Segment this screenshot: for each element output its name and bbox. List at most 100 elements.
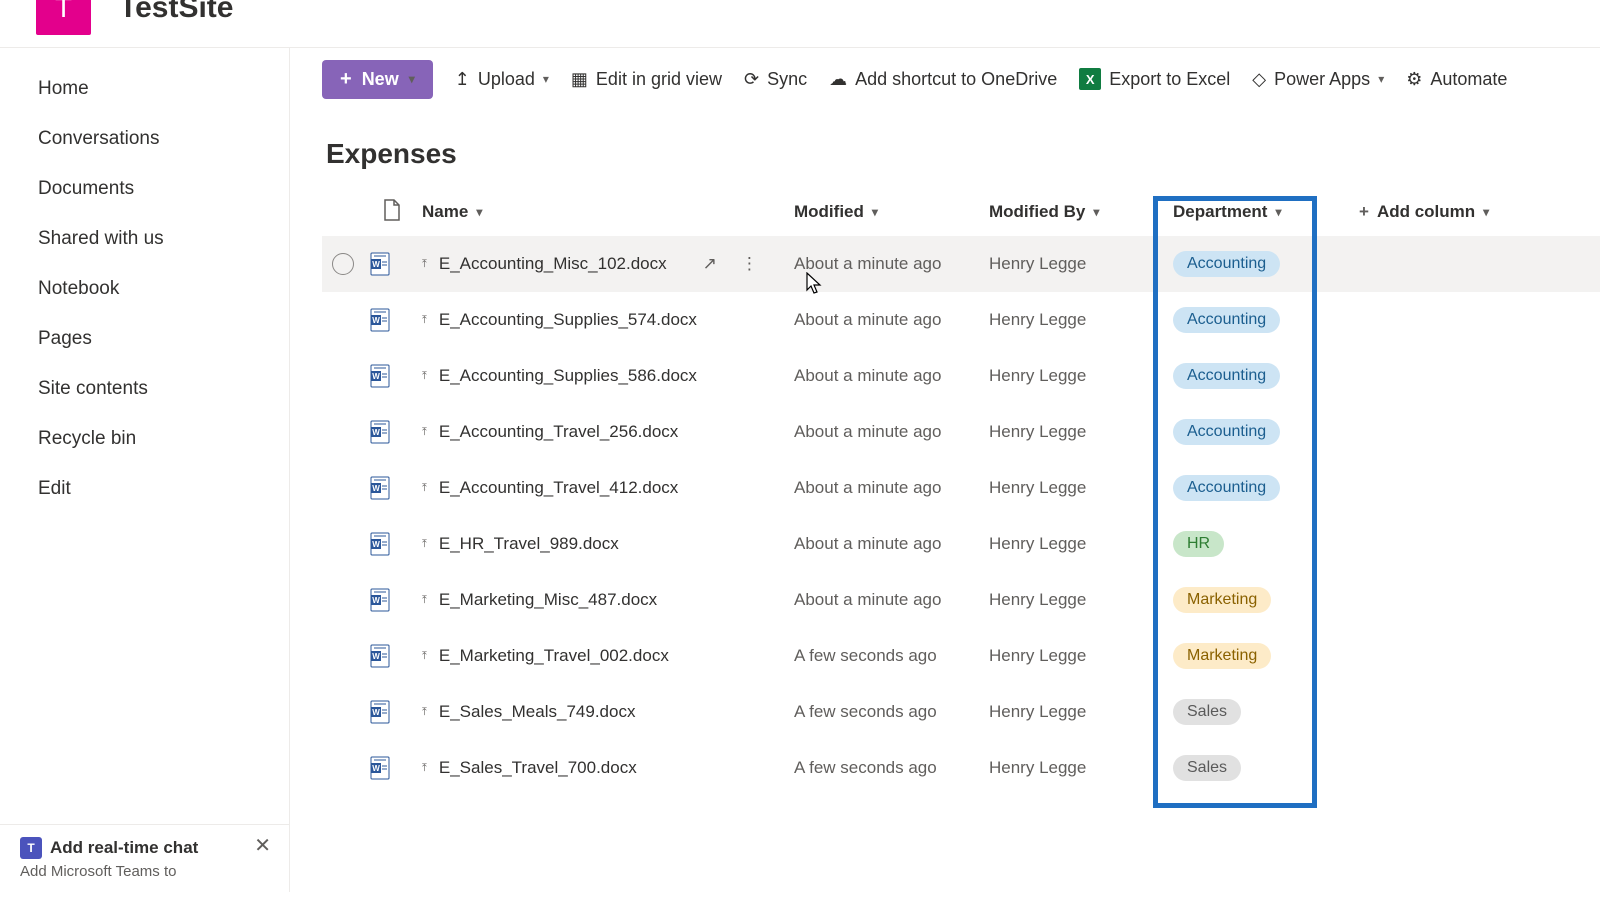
department-pill: Accounting bbox=[1173, 307, 1280, 333]
edit-grid-button[interactable]: ▦ Edit in grid view bbox=[571, 69, 722, 90]
chevron-down-icon: ▾ bbox=[543, 72, 549, 86]
sync-label: Sync bbox=[767, 69, 807, 90]
nav-item-conversations[interactable]: Conversations bbox=[0, 114, 289, 164]
modified-by-cell[interactable]: Henry Legge bbox=[989, 310, 1159, 330]
file-name[interactable]: ⤒E_Accounting_Travel_256.docx bbox=[414, 422, 794, 442]
svg-text:W: W bbox=[372, 484, 380, 493]
power-apps-button[interactable]: ◇ Power Apps ▾ bbox=[1252, 69, 1384, 90]
file-name[interactable]: ⤒E_HR_Travel_989.docx bbox=[414, 534, 794, 554]
table-row[interactable]: W⤒E_Sales_Travel_700.docxA few seconds a… bbox=[322, 740, 1600, 796]
table-row[interactable]: W⤒E_Accounting_Travel_412.docxAbout a mi… bbox=[322, 460, 1600, 516]
file-name[interactable]: ⤒E_Accounting_Travel_412.docx bbox=[414, 478, 794, 498]
nav-item-shared-with-us[interactable]: Shared with us bbox=[0, 214, 289, 264]
nav-item-notebook[interactable]: Notebook bbox=[0, 264, 289, 314]
table-row[interactable]: W⤒E_Accounting_Supplies_586.docxAbout a … bbox=[322, 348, 1600, 404]
modified-by-cell[interactable]: Henry Legge bbox=[989, 590, 1159, 610]
teams-promo-subtitle: Add Microsoft Teams to bbox=[20, 863, 269, 880]
chevron-down-icon: ▾ bbox=[1378, 72, 1384, 86]
table-row[interactable]: W⤒E_Accounting_Misc_102.docx↗⋮About a mi… bbox=[322, 236, 1600, 292]
grid-icon: ▦ bbox=[571, 69, 588, 90]
modified-by-cell[interactable]: Henry Legge bbox=[989, 534, 1159, 554]
department-pill: Accounting bbox=[1173, 475, 1280, 501]
document-list: Name ▾ Modified ▾ Modified By ▾ Departme… bbox=[322, 188, 1600, 796]
chevron-down-icon: ▾ bbox=[476, 205, 482, 219]
teams-icon: T bbox=[20, 837, 42, 859]
table-row[interactable]: W⤒E_Marketing_Misc_487.docxAbout a minut… bbox=[322, 572, 1600, 628]
col-modified[interactable]: Modified ▾ bbox=[794, 202, 989, 222]
department-cell: Accounting bbox=[1159, 475, 1319, 501]
word-doc-icon: W bbox=[370, 644, 414, 668]
table-row[interactable]: W⤒E_Accounting_Supplies_574.docxAbout a … bbox=[322, 292, 1600, 348]
table-header: Name ▾ Modified ▾ Modified By ▾ Departme… bbox=[322, 188, 1600, 236]
table-row[interactable]: W⤒E_Accounting_Travel_256.docxAbout a mi… bbox=[322, 404, 1600, 460]
department-pill: Accounting bbox=[1173, 419, 1280, 445]
chevron-down-icon: ▾ bbox=[409, 72, 415, 86]
upload-icon: ↥ bbox=[455, 69, 470, 90]
chevron-down-icon: ▾ bbox=[872, 205, 878, 219]
nav-item-home[interactable]: Home bbox=[0, 64, 289, 114]
file-name[interactable]: ⤒E_Accounting_Misc_102.docx↗⋮ bbox=[414, 254, 794, 274]
nav-item-edit[interactable]: Edit bbox=[0, 464, 289, 514]
department-pill: Sales bbox=[1173, 699, 1241, 725]
col-modified-by[interactable]: Modified By ▾ bbox=[989, 202, 1159, 222]
col-department[interactable]: Department ▾ bbox=[1159, 202, 1319, 222]
modified-cell: About a minute ago bbox=[794, 590, 989, 610]
add-column-button[interactable]: + Add column ▾ bbox=[1319, 202, 1600, 222]
word-doc-icon: W bbox=[370, 476, 414, 500]
more-icon[interactable]: ⋮ bbox=[741, 254, 758, 274]
nav-item-pages[interactable]: Pages bbox=[0, 314, 289, 364]
word-doc-icon: W bbox=[370, 756, 414, 780]
sync-icon: ⟳ bbox=[744, 69, 759, 90]
col-name[interactable]: Name ▾ bbox=[414, 202, 794, 222]
department-cell: Sales bbox=[1159, 699, 1319, 725]
teams-promo-title[interactable]: Add real-time chat bbox=[50, 838, 198, 858]
sync-button[interactable]: ⟳ Sync bbox=[744, 69, 807, 90]
site-header: T TestSite bbox=[0, 0, 1600, 47]
share-icon[interactable]: ↗ bbox=[703, 254, 717, 274]
nav-item-recycle-bin[interactable]: Recycle bin bbox=[0, 414, 289, 464]
chevron-down-icon: ▾ bbox=[1093, 205, 1099, 219]
export-excel-button[interactable]: X Export to Excel bbox=[1079, 68, 1230, 90]
modified-by-cell[interactable]: Henry Legge bbox=[989, 422, 1159, 442]
department-pill: HR bbox=[1173, 531, 1224, 557]
file-name[interactable]: ⤒E_Sales_Travel_700.docx bbox=[414, 758, 794, 778]
table-row[interactable]: W⤒E_Sales_Meals_749.docxA few seconds ag… bbox=[322, 684, 1600, 740]
excel-icon: X bbox=[1079, 68, 1101, 90]
department-cell: Sales bbox=[1159, 755, 1319, 781]
close-icon[interactable]: ✕ bbox=[254, 833, 271, 858]
modified-by-cell[interactable]: Henry Legge bbox=[989, 758, 1159, 778]
automate-button[interactable]: ⚙ Automate bbox=[1406, 69, 1507, 90]
file-name[interactable]: ⤒E_Accounting_Supplies_574.docx bbox=[414, 310, 794, 330]
modified-by-cell[interactable]: Henry Legge bbox=[989, 646, 1159, 666]
file-name[interactable]: ⤒E_Marketing_Misc_487.docx bbox=[414, 590, 794, 610]
file-name[interactable]: ⤒E_Accounting_Supplies_586.docx bbox=[414, 366, 794, 386]
department-pill: Sales bbox=[1173, 755, 1241, 781]
modified-by-cell[interactable]: Henry Legge bbox=[989, 702, 1159, 722]
col-type-icon[interactable] bbox=[370, 199, 414, 226]
file-name[interactable]: ⤒E_Sales_Meals_749.docx bbox=[414, 702, 794, 722]
upload-button[interactable]: ↥ Upload ▾ bbox=[455, 69, 549, 90]
site-title[interactable]: TestSite bbox=[119, 0, 233, 25]
new-button[interactable]: + New ▾ bbox=[322, 60, 433, 99]
nav-item-documents[interactable]: Documents bbox=[0, 164, 289, 214]
modified-by-cell[interactable]: Henry Legge bbox=[989, 478, 1159, 498]
row-select-circle[interactable] bbox=[332, 253, 354, 275]
new-indicator-icon: ⤒ bbox=[422, 706, 427, 719]
modified-by-cell[interactable]: Henry Legge bbox=[989, 366, 1159, 386]
new-indicator-icon: ⤒ bbox=[422, 426, 427, 439]
word-doc-icon: W bbox=[370, 252, 414, 276]
table-row[interactable]: W⤒E_Marketing_Travel_002.docxA few secon… bbox=[322, 628, 1600, 684]
word-doc-icon: W bbox=[370, 588, 414, 612]
site-logo[interactable]: T bbox=[36, 0, 91, 35]
modified-cell: About a minute ago bbox=[794, 534, 989, 554]
file-name[interactable]: ⤒E_Marketing_Travel_002.docx bbox=[414, 646, 794, 666]
col-name-label: Name bbox=[422, 202, 468, 222]
list-title: Expenses bbox=[290, 110, 1600, 188]
modified-cell: About a minute ago bbox=[794, 366, 989, 386]
nav-item-site-contents[interactable]: Site contents bbox=[0, 364, 289, 414]
department-cell: Accounting bbox=[1159, 251, 1319, 277]
add-shortcut-button[interactable]: ☁ Add shortcut to OneDrive bbox=[829, 69, 1057, 90]
new-indicator-icon: ⤒ bbox=[422, 258, 427, 271]
modified-by-cell[interactable]: Henry Legge bbox=[989, 254, 1159, 274]
table-row[interactable]: W⤒E_HR_Travel_989.docxAbout a minute ago… bbox=[322, 516, 1600, 572]
